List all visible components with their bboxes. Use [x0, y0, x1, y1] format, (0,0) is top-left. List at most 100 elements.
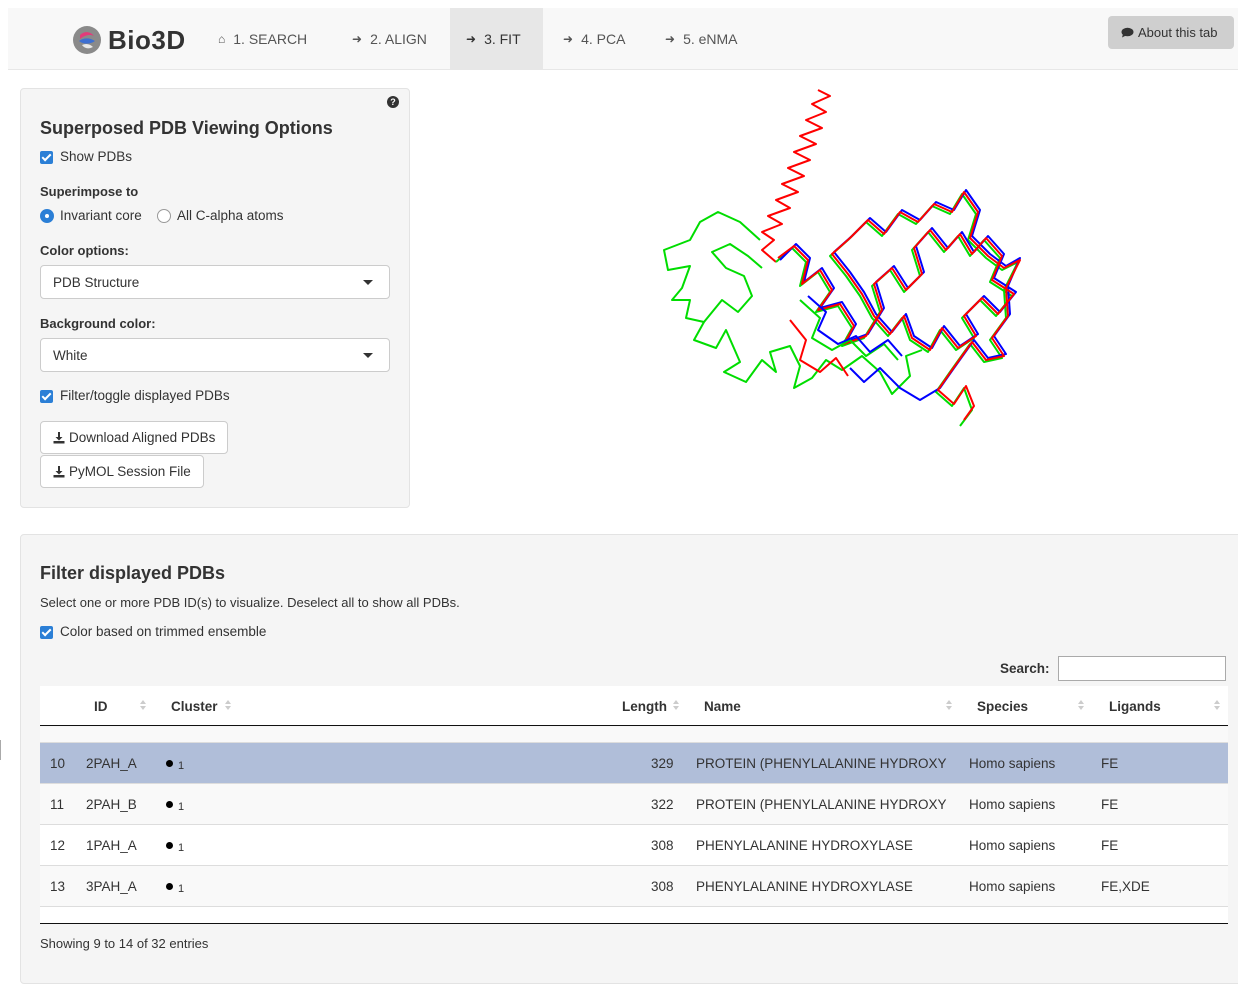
cluster-dot-icon: [166, 883, 173, 890]
cluster-value: 1: [178, 759, 185, 772]
arrow-right-icon: ➜: [466, 31, 477, 46]
row-length: 329: [651, 756, 674, 771]
filter-toggle-checkbox[interactable]: [40, 390, 53, 403]
background-color-value: White: [53, 347, 88, 363]
table-info: Showing 9 to 14 of 32 entries: [40, 936, 209, 951]
table-header: ID Cluster Length Name Species Ligands: [40, 686, 1228, 726]
column-header-id[interactable]: ID: [94, 686, 108, 726]
column-header-length[interactable]: Length: [622, 686, 667, 726]
table-row-partial[interactable]: [40, 906, 1228, 923]
row-name: PHENYLALANINE HYDROXYLASE: [696, 879, 913, 894]
row-ligands: FE: [1101, 797, 1119, 812]
table-body[interactable]: 10 2PAH_A 1 329 PROTEIN (PHENYLALANINE H…: [40, 727, 1228, 924]
filter-description: Select one or more PDB ID(s) to visualiz…: [40, 595, 460, 610]
search-input[interactable]: [1058, 656, 1226, 681]
row-ligands: FE: [1101, 838, 1119, 853]
sort-icon: [1214, 700, 1220, 712]
sort-icon: [1078, 700, 1084, 712]
pymol-session-label: PyMOL Session File: [69, 464, 191, 479]
row-length: 308: [651, 879, 674, 894]
options-title: Superposed PDB Viewing Options: [40, 118, 333, 138]
caret-down-icon: [363, 280, 373, 285]
structure-viewer[interactable]: [640, 82, 1040, 442]
color-options-value: PDB Structure: [53, 274, 140, 290]
green-chain-loop: [703, 243, 763, 323]
radio-invariant-core-label: Invariant core: [60, 208, 142, 223]
brand-name: Bio3D: [108, 24, 186, 55]
home-icon: ⌂: [218, 31, 226, 46]
color-options-label: Color options:: [40, 243, 129, 258]
cluster-dot-icon: [166, 801, 173, 808]
column-header-cluster[interactable]: Cluster: [171, 686, 218, 726]
row-id: 2PAH_B: [86, 797, 137, 812]
about-tab-label: About this tab: [1138, 25, 1218, 40]
download-icon: [53, 465, 65, 477]
arrow-right-icon: ➜: [665, 31, 676, 46]
table-row[interactable]: 12 1PAH_A 1 308 PHENYLALANINE HYDROXYLAS…: [40, 824, 1228, 865]
row-number: 11: [50, 797, 65, 812]
red-chain-helix: [761, 89, 831, 263]
about-tab-button[interactable]: About this tab: [1108, 16, 1234, 49]
show-pdbs-checkbox[interactable]: [40, 151, 53, 164]
table-row-partial[interactable]: [40, 727, 1228, 742]
comment-icon: [1121, 27, 1134, 38]
cluster-value: 1: [178, 882, 185, 895]
radio-all-calpha-label: All C-alpha atoms: [177, 208, 284, 223]
row-cluster: 1: [166, 866, 184, 907]
row-id: 2PAH_A: [86, 756, 137, 771]
cluster-dot-icon: [166, 842, 173, 849]
row-number: 12: [50, 838, 66, 853]
nav-item-pca[interactable]: ➜ 4. PCA: [547, 8, 641, 69]
filter-title: Filter displayed PDBs: [40, 563, 226, 583]
row-ligands: FE,XDE: [1101, 879, 1150, 894]
sort-icon: [225, 700, 231, 712]
nav-item-align[interactable]: ➜ 2. ALIGN: [336, 8, 443, 69]
row-name: PROTEIN (PHENYLALANINE HYDROXY: [696, 797, 947, 812]
nav-item-label: 4. PCA: [581, 30, 626, 47]
scroll-indicator: [0, 740, 1, 760]
brand[interactable]: Bio3D: [72, 22, 186, 58]
background-color-select[interactable]: White: [40, 338, 390, 372]
row-species: Homo sapiens: [969, 838, 1056, 853]
nav-item-fit[interactable]: ➜ 3. FIT: [450, 8, 543, 69]
cluster-dot-icon: [166, 760, 173, 767]
nav-item-label: 1. SEARCH: [233, 30, 308, 47]
row-cluster: 1: [166, 743, 184, 784]
pymol-session-button[interactable]: PyMOL Session File: [40, 455, 204, 488]
radio-invariant-core[interactable]: [40, 209, 54, 223]
cluster-value: 1: [178, 800, 185, 813]
sort-icon: [140, 700, 146, 712]
row-species: Homo sapiens: [969, 879, 1056, 894]
trimmed-ensemble-checkbox[interactable]: [40, 626, 53, 639]
search-label: Search:: [1000, 661, 1050, 676]
table-row[interactable]: 11 2PAH_B 1 322 PROTEIN (PHENYLALANINE H…: [40, 783, 1228, 824]
row-length: 322: [651, 797, 674, 812]
download-aligned-pdbs-button[interactable]: Download Aligned PDBs: [40, 421, 229, 454]
arrow-right-icon: ➜: [563, 31, 574, 46]
column-header-ligands[interactable]: Ligands: [1109, 686, 1161, 726]
download-icon: [53, 431, 65, 443]
trimmed-ensemble-label: Color based on trimmed ensemble: [60, 624, 267, 639]
nav-item-search[interactable]: ⌂ 1. SEARCH: [202, 8, 323, 69]
nav-item-label: 5. eNMA: [683, 30, 738, 47]
color-options-select[interactable]: PDB Structure: [40, 265, 390, 299]
top-navbar: Bio3D ⌂ 1. SEARCH ➜ 2. ALIGN ➜ 3. FIT ➜ …: [8, 8, 1238, 70]
help-icon[interactable]: ?: [387, 96, 399, 108]
row-number: 13: [50, 879, 66, 894]
cluster-value: 1: [178, 841, 185, 854]
superimpose-label: Superimpose to: [40, 184, 139, 199]
column-header-species[interactable]: Species: [977, 686, 1028, 726]
row-species: Homo sapiens: [969, 756, 1056, 771]
bio3d-logo-icon: [73, 26, 101, 54]
filter-toggle-label: Filter/toggle displayed PDBs: [60, 388, 230, 403]
download-aligned-pdbs-label: Download Aligned PDBs: [69, 430, 216, 445]
table-row[interactable]: 10 2PAH_A 1 329 PROTEIN (PHENYLALANINE H…: [40, 742, 1228, 783]
nav-item-enma[interactable]: ➜ 5. eNMA: [649, 8, 754, 69]
row-cluster: 1: [166, 784, 184, 825]
row-number: 10: [50, 756, 66, 771]
radio-all-calpha[interactable]: [157, 209, 171, 223]
row-cluster: 1: [166, 825, 184, 866]
column-header-name[interactable]: Name: [704, 686, 741, 726]
row-name: PROTEIN (PHENYLALANINE HYDROXY: [696, 756, 947, 771]
table-row[interactable]: 13 3PAH_A 1 308 PHENYLALANINE HYDROXYLAS…: [40, 865, 1228, 906]
